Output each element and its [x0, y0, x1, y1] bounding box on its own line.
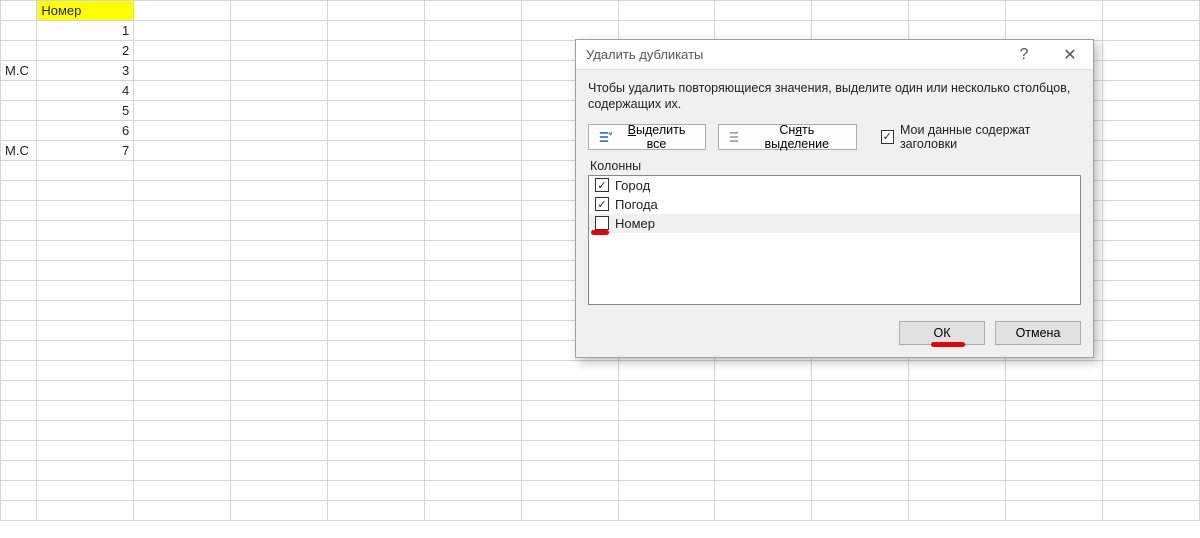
columns-section-label: Колонны [590, 159, 1081, 173]
remove-duplicates-dialog: Удалить дубликаты ? ✕ Чтобы удалить повт… [575, 39, 1094, 358]
cell[interactable] [1102, 1, 1199, 21]
checkbox-icon: ✓ [595, 197, 609, 211]
columns-listbox[interactable]: ✓ Город ✓ Погода Номер [588, 175, 1081, 305]
unselect-all-icon [729, 130, 742, 144]
cell[interactable] [134, 1, 231, 21]
cell[interactable] [1, 21, 37, 41]
ok-button[interactable]: ОК [899, 321, 985, 345]
column-name: Погода [615, 197, 658, 212]
column-name: Номер [615, 216, 655, 231]
cell[interactable]: М.С [1, 141, 37, 161]
cell[interactable] [231, 1, 328, 21]
help-button[interactable]: ? [1001, 40, 1047, 70]
cancel-button[interactable]: Отмена [995, 321, 1081, 345]
annotation-mark [591, 230, 609, 235]
select-all-button[interactable]: Выделить все [588, 124, 706, 150]
column-header-nomer[interactable]: Номер [37, 1, 134, 21]
cell[interactable] [1, 41, 37, 61]
select-all-icon [599, 130, 612, 144]
cell[interactable] [618, 1, 715, 21]
dialog-titlebar[interactable]: Удалить дубликаты ? ✕ [576, 40, 1093, 70]
column-checkbox-gorod[interactable]: ✓ Город [589, 176, 1080, 195]
cell[interactable]: 7 [37, 141, 134, 161]
cell[interactable]: М.С [1, 61, 37, 81]
cell[interactable] [812, 1, 909, 21]
my-data-has-headers-checkbox[interactable]: ✓ Мои данные содержат заголовки [881, 123, 1081, 151]
column-checkbox-pogoda[interactable]: ✓ Погода [589, 195, 1080, 214]
checkbox-icon [595, 216, 609, 230]
cell[interactable] [1, 101, 37, 121]
cell[interactable] [1006, 1, 1103, 21]
cell[interactable] [1, 121, 37, 141]
cell[interactable] [424, 1, 521, 21]
checkbox-icon: ✓ [595, 178, 609, 192]
headers-label: Мои данные содержат заголовки [900, 123, 1081, 151]
cell[interactable]: 4 [37, 81, 134, 101]
cell[interactable] [1, 1, 37, 21]
close-button[interactable]: ✕ [1047, 40, 1093, 70]
column-checkbox-nomer[interactable]: Номер [589, 214, 1080, 233]
column-name: Город [615, 178, 650, 193]
dialog-title: Удалить дубликаты [586, 47, 703, 62]
unselect-all-button[interactable]: Снять выделение [718, 124, 857, 150]
cell[interactable] [521, 1, 618, 21]
cell[interactable]: 5 [37, 101, 134, 121]
cell[interactable] [327, 1, 424, 21]
dialog-instruction: Чтобы удалить повторяющиеся значения, вы… [588, 80, 1081, 113]
checkbox-icon: ✓ [881, 130, 894, 144]
cell[interactable]: 1 [37, 21, 134, 41]
cell[interactable] [715, 1, 812, 21]
cell[interactable]: 3 [37, 61, 134, 81]
cell[interactable] [1, 81, 37, 101]
cell[interactable]: 2 [37, 41, 134, 61]
cell[interactable]: 6 [37, 121, 134, 141]
annotation-mark [931, 342, 965, 347]
cell[interactable] [909, 1, 1006, 21]
